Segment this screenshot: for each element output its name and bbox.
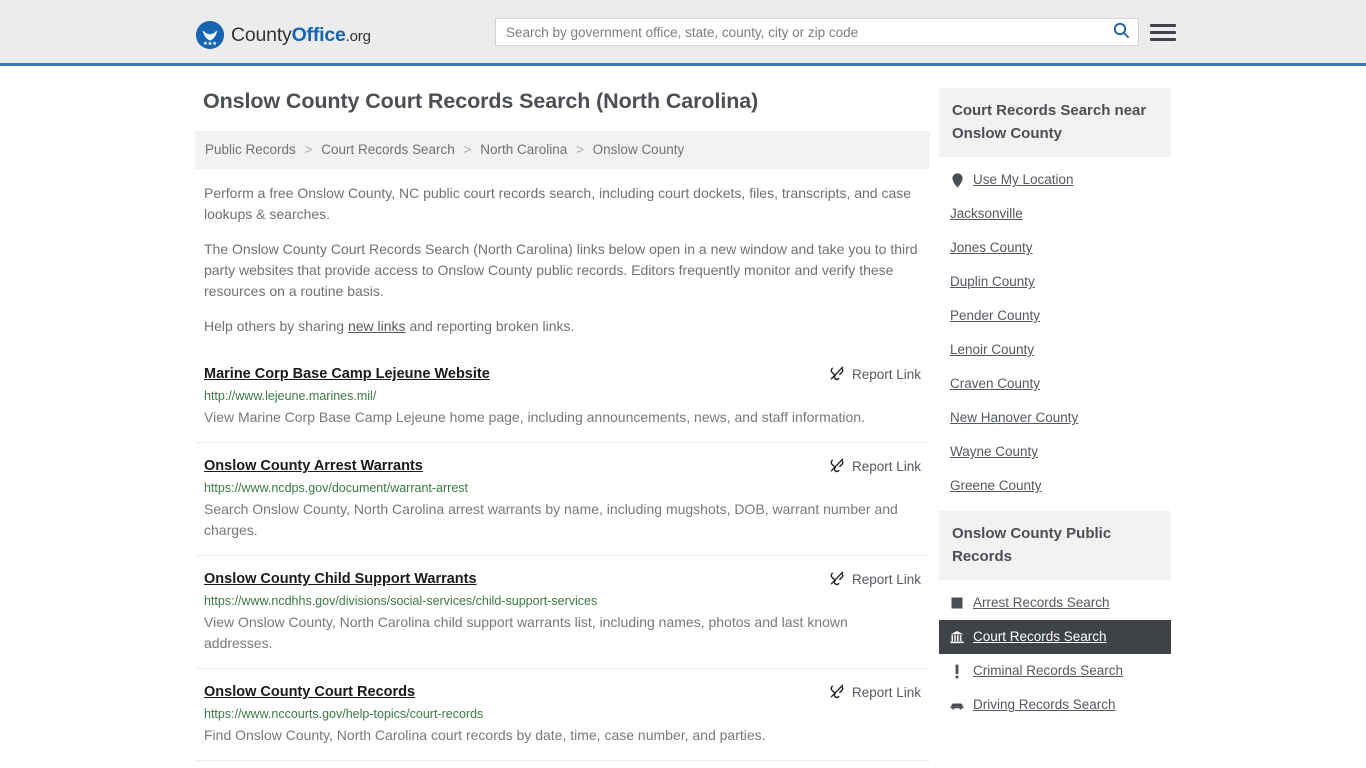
page-title: Onslow County Court Records Search (Nort… <box>203 89 759 113</box>
list-item: Marine Corp Base Camp Lejeune Website Re… <box>195 353 930 443</box>
search-input[interactable] <box>496 19 1104 45</box>
nearby-link[interactable]: Jones County <box>950 239 1033 257</box>
sidebar-item-arrest-records-search[interactable]: Arrest Records Search <box>939 586 1171 620</box>
share-text-after: and reporting broken links. <box>405 318 575 334</box>
sidebar-item-lenoir-county[interactable]: Lenoir County <box>939 333 1171 367</box>
courthouse-icon <box>950 630 964 645</box>
public-record-link[interactable]: Criminal Records Search <box>973 662 1123 680</box>
site-header: CountyOffice.org <box>0 0 1366 66</box>
nearby-link[interactable]: Wayne County <box>950 443 1038 461</box>
page-body: Onslow County Court Records Search (Nort… <box>0 66 1366 763</box>
car-icon <box>950 698 964 713</box>
sidebar: Court Records Search near Onslow County … <box>939 88 1171 730</box>
breadcrumb-separator: > <box>463 142 472 157</box>
broken-link-icon <box>829 570 845 589</box>
report-link-label: Report Link <box>851 367 921 382</box>
report-link-button[interactable]: Report Link <box>829 570 921 589</box>
sidebar-item-greene-county[interactable]: Greene County <box>939 469 1171 503</box>
sidebar-item-wayne-county[interactable]: Wayne County <box>939 435 1171 469</box>
listing-description: Find Onslow County, North Carolina court… <box>204 727 766 743</box>
intro-paragraph-2: The Onslow County Court Records Search (… <box>204 241 918 299</box>
sidebar-item-new-hanover-county[interactable]: New Hanover County <box>939 401 1171 435</box>
sidebar-item-court-records-search[interactable]: Court Records Search <box>939 620 1171 654</box>
nearby-link[interactable]: Craven County <box>950 375 1040 393</box>
report-link-button[interactable]: Report Link <box>829 365 921 384</box>
broken-link-icon <box>829 365 845 384</box>
sidebar-item-duplin-county[interactable]: Duplin County <box>939 265 1171 299</box>
list-item: Onslow County Arrest Warrants Report Lin… <box>195 445 930 556</box>
breadcrumb-item-public-records[interactable]: Public Records <box>205 142 296 157</box>
nearby-link[interactable]: Duplin County <box>950 273 1035 291</box>
sidebar-item-craven-county[interactable]: Craven County <box>939 367 1171 401</box>
breadcrumb-item-onslow-county[interactable]: Onslow County <box>593 142 685 157</box>
listing-url: https://www.ncdps.gov/document/warrant-a… <box>204 481 469 495</box>
listing-url: https://www.nccourts.gov/help-topics/cou… <box>204 707 484 721</box>
listing-title-link[interactable]: Onslow County Arrest Warrants <box>204 456 423 476</box>
exclamation-mark-icon <box>950 664 964 679</box>
breadcrumb-item-court-records-search[interactable]: Court Records Search <box>321 142 455 157</box>
listing-description: View Marine Corp Base Camp Lejeune home … <box>204 409 865 425</box>
brand-part-2: Office <box>291 23 346 46</box>
hamburger-menu-icon[interactable] <box>1150 20 1176 44</box>
map-pin-icon <box>950 172 964 188</box>
list-item: Onslow County Court Records Report Link … <box>195 671 930 761</box>
broken-link-icon <box>829 683 845 702</box>
sidebar-item-jones-county[interactable]: Jones County <box>939 231 1171 265</box>
broken-link-icon <box>829 457 845 476</box>
intro-paragraph-1: Perform a free Onslow County, NC public … <box>204 185 912 222</box>
report-link-label: Report Link <box>851 685 921 700</box>
search-icon <box>1113 22 1130 42</box>
sidebar-item-use-my-location[interactable]: Use My Location <box>939 163 1171 197</box>
filled-square-icon <box>950 596 964 611</box>
listing-url: https://www.ncdhhs.gov/divisions/social-… <box>204 594 598 608</box>
use-my-location-link[interactable]: Use My Location <box>973 171 1074 189</box>
listing-url: http://www.lejeune.marines.mil/ <box>204 389 377 403</box>
main-column: Onslow County Court Records Search (Nort… <box>195 88 930 763</box>
brand-part-1: County <box>231 23 292 46</box>
sidebar-item-driving-records-search[interactable]: Driving Records Search <box>939 688 1171 722</box>
search-bar[interactable] <box>495 18 1139 46</box>
public-record-link[interactable]: Driving Records Search <box>973 696 1116 714</box>
public-records-panel-heading: Onslow County Public Records <box>939 511 1171 580</box>
public-record-link[interactable]: Court Records Search <box>973 628 1107 646</box>
nearby-link[interactable]: Lenoir County <box>950 341 1034 359</box>
listing-description: View Onslow County, North Carolina child… <box>204 614 848 651</box>
list-item: Onslow County Child Support Warrants Rep… <box>195 558 930 669</box>
breadcrumb-separator: > <box>304 142 313 157</box>
nearby-link[interactable]: Jacksonville <box>950 205 1023 223</box>
nearby-link[interactable]: Pender County <box>950 307 1040 325</box>
report-link-button[interactable]: Report Link <box>829 457 921 476</box>
breadcrumb-item-north-carolina[interactable]: North Carolina <box>480 142 567 157</box>
listing-title-link[interactable]: Marine Corp Base Camp Lejeune Website <box>204 364 490 384</box>
sidebar-item-criminal-records-search[interactable]: Criminal Records Search <box>939 654 1171 688</box>
nearby-panel: Court Records Search near Onslow County … <box>939 88 1171 503</box>
listing-description: Search Onslow County, North Carolina arr… <box>204 501 898 538</box>
nearby-link[interactable]: Greene County <box>950 477 1042 495</box>
sidebar-item-jacksonville[interactable]: Jacksonville <box>939 197 1171 231</box>
brand-part-3: .org <box>345 27 371 45</box>
eagle-stars-emblem-icon <box>196 21 224 49</box>
sidebar-item-pender-county[interactable]: Pender County <box>939 299 1171 333</box>
public-records-panel: Onslow County Public Records Arrest Reco… <box>939 511 1171 722</box>
site-logo[interactable]: CountyOffice.org <box>196 21 371 49</box>
nearby-link[interactable]: New Hanover County <box>950 409 1078 427</box>
nearby-panel-heading: Court Records Search near Onslow County <box>939 88 1171 157</box>
share-text-before: Help others by sharing <box>204 318 348 334</box>
breadcrumb: Public Records > Court Records Search > … <box>195 131 930 169</box>
report-link-label: Report Link <box>851 459 921 474</box>
report-link-label: Report Link <box>851 572 921 587</box>
nearby-list: Use My Location Jacksonville Jones Count… <box>939 157 1171 503</box>
search-button[interactable] <box>1104 19 1138 45</box>
site-logo-text: CountyOffice.org <box>231 24 371 47</box>
report-link-button[interactable]: Report Link <box>829 683 921 702</box>
listing-title-link[interactable]: Onslow County Child Support Warrants <box>204 569 477 589</box>
listing-results: Marine Corp Base Camp Lejeune Website Re… <box>195 353 930 761</box>
breadcrumb-separator: > <box>576 142 584 157</box>
new-links-link[interactable]: new links <box>348 318 406 334</box>
share-links-paragraph: Help others by sharing new links and rep… <box>195 316 930 337</box>
listing-title-link[interactable]: Onslow County Court Records <box>204 682 415 702</box>
public-records-list: Arrest Records Search Court Records Sear… <box>939 580 1171 722</box>
public-record-link[interactable]: Arrest Records Search <box>973 594 1110 612</box>
